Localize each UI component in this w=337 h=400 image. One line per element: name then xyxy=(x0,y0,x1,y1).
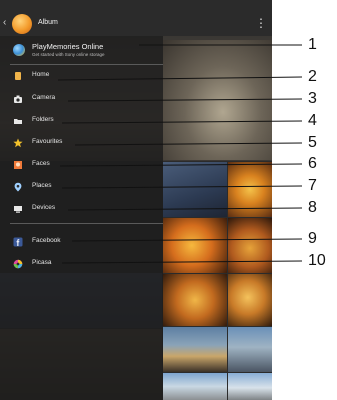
playmemories-title: PlayMemories Online xyxy=(32,42,104,51)
photo-thumbnail[interactable] xyxy=(228,162,272,217)
photo-thumbnail[interactable] xyxy=(163,218,227,273)
menu-item-faces[interactable]: Faces xyxy=(0,155,163,175)
callout-number: 8 xyxy=(308,199,317,216)
face-icon xyxy=(14,161,22,169)
camera-icon xyxy=(14,95,22,103)
menu-item-label: Faces xyxy=(32,160,50,167)
photo-thumbnail[interactable] xyxy=(228,373,272,400)
devices-icon xyxy=(14,206,22,213)
location-pin-icon xyxy=(14,182,22,192)
photo-thumbnail[interactable] xyxy=(163,274,227,326)
photo-thumbnail[interactable] xyxy=(228,327,272,372)
menu-item-picasa[interactable]: Picasa xyxy=(0,254,163,274)
menu-item-label: Facebook xyxy=(32,237,61,244)
callout-number: 3 xyxy=(308,90,317,107)
menu-item-label: Picasa xyxy=(32,259,52,266)
menu-item-camera[interactable]: Camera xyxy=(0,89,163,109)
callout-number: 6 xyxy=(308,155,317,172)
menu-item-places[interactable]: Places xyxy=(0,177,163,197)
callout-number: 1 xyxy=(308,36,317,53)
photo-thumbnail[interactable] xyxy=(228,274,272,326)
menu-item-label: Favourites xyxy=(32,138,63,145)
chevron-left-icon[interactable]: ‹ xyxy=(3,17,6,29)
picasa-icon xyxy=(13,259,23,269)
photo-thumbnail[interactable] xyxy=(228,218,272,273)
menu-item-facebook[interactable]: Facebook xyxy=(0,232,163,252)
app-title: Album xyxy=(38,19,58,26)
callout-number: 10 xyxy=(308,252,326,269)
overflow-menu-icon[interactable]: ⋮ xyxy=(255,16,267,32)
album-logo-icon[interactable] xyxy=(12,14,32,34)
app-bar: ‹ Album ⋮ xyxy=(0,12,272,36)
callout-number: 4 xyxy=(308,112,317,129)
playmemories-item[interactable]: PlayMemories Online Get started with Son… xyxy=(0,38,163,62)
navigation-drawer: PlayMemories Online Get started with Son… xyxy=(0,36,163,400)
menu-item-favourites[interactable]: Favourites xyxy=(0,133,163,153)
menu-item-label: Folders xyxy=(32,116,54,123)
callout-number: 2 xyxy=(308,68,317,85)
photo-thumbnail[interactable] xyxy=(163,40,272,160)
menu-item-label: Home xyxy=(32,71,50,78)
divider xyxy=(10,64,163,65)
home-icon xyxy=(15,72,21,80)
menu-item-label: Camera xyxy=(32,94,56,101)
photo-thumbnail[interactable] xyxy=(163,327,227,372)
divider xyxy=(10,223,163,224)
menu-item-label: Devices xyxy=(32,204,56,211)
callout-number: 7 xyxy=(308,177,317,194)
menu-item-folders[interactable]: Folders xyxy=(0,111,163,131)
menu-item-home[interactable]: Home xyxy=(0,66,163,86)
folder-icon xyxy=(14,119,22,124)
callout-number: 9 xyxy=(308,230,317,247)
phone-screen: ‹ Album ⋮ PlayMemories Online Get starte… xyxy=(0,0,272,400)
playmemories-subtitle: Get started with Sony online storage xyxy=(32,52,105,57)
playmemories-icon xyxy=(13,44,25,56)
callout-number: 5 xyxy=(308,134,317,151)
photo-thumbnail[interactable] xyxy=(163,162,227,217)
menu-item-devices[interactable]: Devices xyxy=(0,199,163,219)
star-icon xyxy=(13,138,23,148)
facebook-icon xyxy=(13,237,23,247)
photo-thumbnail[interactable] xyxy=(163,373,227,400)
menu-item-label: Places xyxy=(32,182,52,189)
